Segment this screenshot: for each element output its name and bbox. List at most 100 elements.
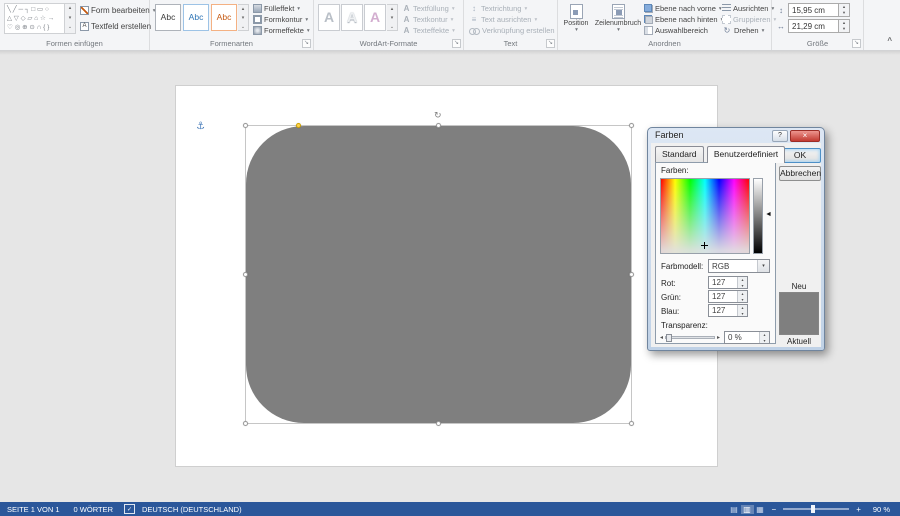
green-spinner[interactable]: ▴▾ (737, 291, 747, 302)
edit-shape-button[interactable]: Form bearbeiten ▾ (80, 6, 155, 15)
spectrum-marker[interactable] (701, 242, 708, 249)
shape-effects-button[interactable]: Formeffekte ▾ (253, 26, 310, 35)
gallery-down-icon[interactable]: ▾ (238, 14, 248, 23)
resize-handle-ne[interactable] (629, 123, 634, 128)
shape-width-input[interactable]: 21,29 cm ▴ ▾ (788, 19, 850, 33)
color-model-select[interactable]: RGB ▾ (708, 259, 770, 273)
text-direction-button[interactable]: ↕ Textrichtung ▾ (469, 4, 527, 13)
resize-handle-w[interactable] (243, 272, 248, 277)
transparency-label: Transparenz: (661, 321, 708, 330)
zoom-in-button[interactable]: + (851, 505, 866, 514)
text-dialog-launcher[interactable]: ↘ (546, 39, 555, 48)
size-dialog-launcher[interactable]: ↘ (852, 39, 861, 48)
rotate-objects-button[interactable]: ↻ Drehen ▾ (722, 26, 764, 35)
gallery-down-icon[interactable]: ▾ (387, 14, 397, 23)
resize-handle-s[interactable] (436, 421, 441, 426)
draw-textbox-button[interactable]: A Textfeld erstellen (80, 22, 151, 31)
word-count[interactable]: 0 WÖRTER (67, 505, 120, 514)
resize-handle-sw[interactable] (243, 421, 248, 426)
zoom-level[interactable]: 90 % (866, 505, 900, 514)
resize-handle-nw[interactable] (243, 123, 248, 128)
gallery-up-icon[interactable]: ▴ (387, 5, 397, 14)
print-layout-button[interactable]: ▥ (741, 505, 754, 514)
shape-fill-button[interactable]: Fülleffekt ▾ (253, 4, 300, 13)
rounded-rectangle-shape[interactable] (246, 126, 631, 423)
rotation-handle[interactable]: ↻ (434, 110, 442, 121)
resize-handle-n[interactable] (436, 123, 441, 128)
blue-spinner[interactable]: ▴▾ (737, 305, 747, 316)
transparency-slider[interactable]: ◂ ▸ (660, 332, 720, 343)
transparency-thumb[interactable] (666, 334, 672, 342)
group-objects-button[interactable]: Gruppieren ▾ (722, 15, 776, 24)
shape-selection[interactable]: ↻ (245, 125, 632, 424)
gallery-more-icon[interactable]: ⌄ (65, 23, 75, 33)
text-fill-button[interactable]: A Textfüllung ▾ (402, 4, 455, 13)
cancel-button[interactable]: Abbrechen (779, 166, 821, 181)
luminance-arrow[interactable]: ◄ (765, 211, 772, 218)
shape-style-thumb-3[interactable]: Abc (211, 4, 237, 31)
shape-height-spinner[interactable]: ▴ ▾ (838, 4, 849, 16)
read-mode-button[interactable]: ▤ (728, 505, 741, 514)
zoom-out-button[interactable]: − (767, 505, 782, 514)
shape-outline-button[interactable]: Formkontur ▾ (253, 15, 308, 24)
zoom-slider-thumb[interactable] (811, 505, 815, 513)
collapse-ribbon-button[interactable]: ^ (887, 36, 892, 45)
text-effects-button[interactable]: A Texteffekte ▾ (402, 26, 455, 35)
create-link-button[interactable]: Verknüpfung erstellen (469, 26, 555, 35)
ok-button[interactable]: OK (779, 148, 821, 163)
resize-handle-se[interactable] (629, 421, 634, 426)
dialog-close-button[interactable]: × (790, 130, 820, 142)
zoom-slider[interactable] (783, 508, 849, 510)
gallery-up-icon[interactable]: ▴ (238, 5, 248, 14)
text-outline-button[interactable]: A Textkontur ▾ (402, 15, 453, 24)
shape-styles-scrollbar[interactable]: ▴ ▾ ⌄ (238, 4, 249, 31)
resize-handle-e[interactable] (629, 272, 634, 277)
send-backward-button[interactable]: Ebene nach hinten ▾ (644, 15, 723, 24)
page-indicator[interactable]: SEITE 1 VON 1 (0, 505, 67, 514)
gallery-down-icon[interactable]: ▾ (65, 14, 75, 24)
green-input[interactable]: 127 ▴▾ (708, 290, 748, 303)
blue-input[interactable]: 127 ▴▾ (708, 304, 748, 317)
shape-styles-dialog-launcher[interactable]: ↘ (302, 39, 311, 48)
adjust-handle[interactable] (296, 123, 301, 128)
select-dropdown-icon[interactable]: ▾ (757, 260, 769, 272)
align-objects-button[interactable]: Ausrichten ▾ (722, 4, 774, 13)
shape-gallery[interactable]: ╲ ╱ ─ ┐ □ ▭ ○ △ ▽ ◇ ▱ ⌂ ☆ → ♡ ◎ ⊕ ⊙ ∩ { … (4, 3, 65, 34)
shape-style-thumb-2[interactable]: Abc (183, 4, 209, 31)
dialog-help-button[interactable]: ? (772, 130, 788, 142)
chevron-down-icon: ▾ (305, 17, 308, 23)
shape-width-spinner[interactable]: ▴ ▾ (838, 20, 849, 32)
shape-height-value: 15,95 cm (789, 6, 838, 15)
red-input[interactable]: 127 ▴▾ (708, 276, 748, 289)
wordart-style-thumb-1[interactable]: A (318, 4, 340, 31)
transparency-spinner[interactable]: ▴▾ (759, 332, 769, 343)
shape-gallery-scrollbar[interactable]: ▴ ▾ ⌄ (65, 3, 76, 34)
shape-height-input[interactable]: 15,95 cm ▴ ▾ (788, 3, 850, 17)
shape-style-thumb-1[interactable]: Abc (155, 4, 181, 31)
transparency-input[interactable]: 0 % ▴▾ (724, 331, 770, 344)
selection-pane-button[interactable]: Auswahlbereich (644, 26, 708, 35)
gallery-more-icon[interactable]: ⌄ (238, 23, 248, 32)
wordart-style-thumb-2[interactable]: A (341, 4, 363, 31)
proofing-status-icon[interactable]: ✓ (124, 504, 135, 514)
language-indicator[interactable]: DEUTSCH (DEUTSCHLAND) (135, 505, 249, 514)
tab-custom[interactable]: Benutzerdefiniert (707, 146, 785, 163)
luminance-bar[interactable] (753, 178, 763, 254)
wordart-dialog-launcher[interactable]: ↘ (452, 39, 461, 48)
transparency-track[interactable] (665, 336, 715, 339)
bring-forward-button[interactable]: Ebene nach vorne ▾ (644, 4, 722, 13)
tab-standard[interactable]: Standard (655, 146, 704, 162)
red-spinner[interactable]: ▴▾ (737, 277, 747, 288)
web-layout-button[interactable]: ▦ (754, 505, 767, 514)
slider-right-icon[interactable]: ▸ (717, 334, 720, 341)
ribbon-group-shape-styles: Abc Abc Abc ▴ ▾ ⌄ Fülleffekt ▾ Formkontu… (150, 0, 314, 50)
gallery-more-icon[interactable]: ⌄ (387, 23, 397, 32)
color-spectrum[interactable] (660, 178, 750, 254)
spin-down-icon[interactable]: ▾ (839, 26, 849, 32)
wordart-style-thumb-3[interactable]: A (364, 4, 386, 31)
slider-left-icon[interactable]: ◂ (660, 334, 663, 341)
gallery-up-icon[interactable]: ▴ (65, 4, 75, 14)
align-text-button[interactable]: ≡ Text ausrichten ▾ (469, 15, 537, 24)
wordart-scrollbar[interactable]: ▴ ▾ ⌄ (387, 4, 398, 31)
spin-down-icon[interactable]: ▾ (839, 10, 849, 16)
